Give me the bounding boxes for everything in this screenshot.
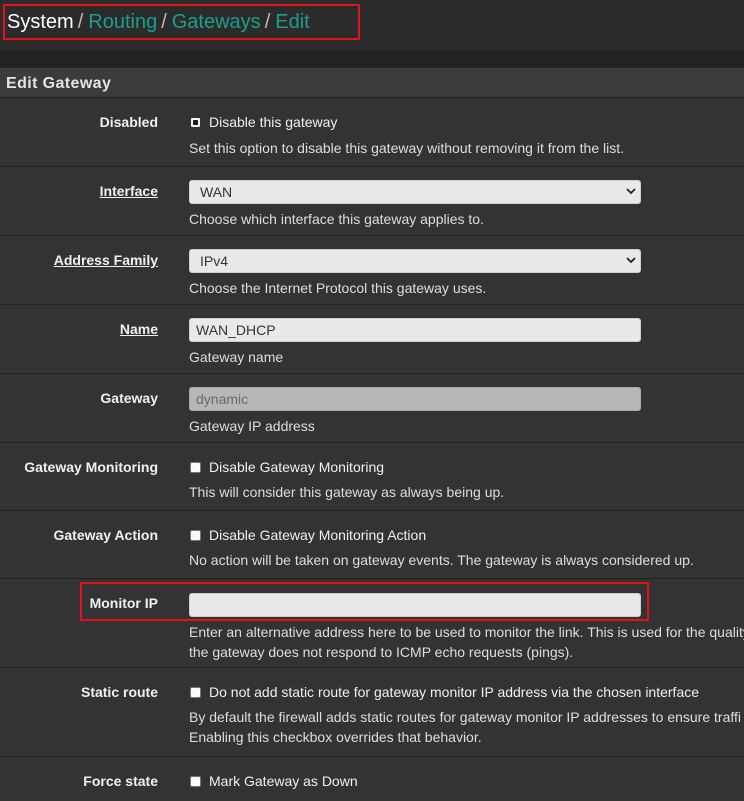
breadcrumb-edit-link[interactable]: Edit [275, 11, 309, 33]
force-state-label: Force state [83, 773, 158, 789]
disabled-help: Set this option to disable this gateway … [189, 140, 624, 156]
static-route-checkbox-label[interactable]: Do not add static route for gateway moni… [209, 684, 699, 700]
disable-monitoring-action-checkbox[interactable] [190, 529, 201, 541]
static-route-help-line2: Enabling this checkbox overrides that be… [189, 729, 482, 745]
mark-down-checkbox-label[interactable]: Mark Gateway as Down [209, 773, 358, 789]
monitor-ip-help-line1: Enter an alternative address here to be … [189, 624, 744, 640]
row-interface: Interface WAN Choose which interface thi… [0, 167, 744, 236]
breadcrumb-separator: / [161, 11, 167, 33]
mark-down-checkbox-wrap[interactable]: Mark Gateway as Down [190, 773, 358, 789]
row-static-route: Static route Do not add static route for… [0, 668, 744, 757]
breadcrumb-bar: System / Routing / Gateways / Edit [0, 0, 744, 50]
gateway-monitoring-help: This will consider this gateway as alway… [189, 484, 505, 500]
disable-monitoring-checkbox-wrap[interactable]: Disable Gateway Monitoring [190, 459, 384, 475]
row-gateway: Gateway dynamic Gateway IP address [0, 374, 744, 443]
gateway-action-label: Gateway Action [53, 527, 158, 543]
address-family-help: Choose the Internet Protocol this gatewa… [189, 280, 487, 296]
disable-gateway-checkbox-wrap[interactable]: Disable this gateway [190, 114, 337, 130]
disable-gateway-checkbox[interactable] [190, 116, 201, 128]
row-monitor-ip: Monitor IP Enter an alternative address … [0, 579, 744, 668]
breadcrumb-system: System [7, 11, 74, 33]
breadcrumb-separator: / [264, 11, 271, 33]
static-route-help-line1: By default the firewall adds static rout… [189, 709, 741, 725]
breadcrumb: System / Routing / Gateways / Edit [3, 4, 360, 40]
address-family-select[interactable]: IPv4 [189, 249, 641, 273]
breadcrumb-gateways-link[interactable]: Gateways [172, 11, 261, 33]
interface-help: Choose which interface this gateway appl… [189, 211, 484, 227]
name-input[interactable]: WAN_DHCP [189, 318, 641, 342]
gateway-input: dynamic [189, 387, 641, 411]
interface-select-value: WAN [200, 184, 233, 200]
monitor-ip-input[interactable] [189, 593, 641, 617]
disable-monitoring-checkbox-label[interactable]: Disable Gateway Monitoring [209, 459, 384, 475]
interface-label[interactable]: Interface [100, 183, 158, 199]
chevron-down-icon [626, 257, 636, 264]
panel-title: Edit Gateway [0, 68, 744, 98]
disable-gateway-checkbox-label[interactable]: Disable this gateway [209, 114, 337, 130]
row-gateway-monitoring: Gateway Monitoring Disable Gateway Monit… [0, 443, 744, 511]
disable-monitoring-checkbox[interactable] [190, 461, 201, 473]
row-name: Name WAN_DHCP Gateway name [0, 305, 744, 374]
monitor-ip-label: Monitor IP [89, 595, 158, 611]
gateway-help: Gateway IP address [189, 418, 315, 434]
header-gap [0, 50, 744, 68]
static-route-checkbox[interactable] [190, 686, 201, 698]
static-route-label: Static route [80, 684, 158, 700]
chevron-down-icon [626, 188, 636, 195]
static-route-checkbox-wrap[interactable]: Do not add static route for gateway moni… [190, 684, 699, 700]
address-family-label[interactable]: Address Family [54, 252, 158, 268]
gateway-label: Gateway [100, 390, 158, 406]
mark-down-checkbox[interactable] [190, 775, 201, 787]
gateway-monitoring-label: Gateway Monitoring [24, 459, 158, 475]
disable-monitoring-action-checkbox-label[interactable]: Disable Gateway Monitoring Action [209, 527, 426, 543]
address-family-select-value: IPv4 [200, 253, 229, 269]
name-help: Gateway name [189, 349, 284, 365]
row-disabled: Disabled Disable this gateway Set this o… [0, 98, 744, 167]
breadcrumb-separator: / [77, 11, 84, 33]
name-label[interactable]: Name [120, 321, 158, 337]
interface-select[interactable]: WAN [189, 180, 641, 204]
breadcrumb-routing-link[interactable]: Routing [88, 11, 157, 33]
monitor-ip-help-line2: the gateway does not respond to ICMP ech… [189, 644, 574, 660]
disabled-label: Disabled [99, 114, 158, 130]
row-force-state: Force state Mark Gateway as Down [0, 757, 744, 801]
row-address-family: Address Family IPv4 Choose the Internet … [0, 236, 744, 305]
disable-monitoring-action-checkbox-wrap[interactable]: Disable Gateway Monitoring Action [190, 527, 426, 543]
gateway-action-help: No action will be taken on gateway event… [189, 552, 694, 568]
row-gateway-action: Gateway Action Disable Gateway Monitorin… [0, 511, 744, 579]
